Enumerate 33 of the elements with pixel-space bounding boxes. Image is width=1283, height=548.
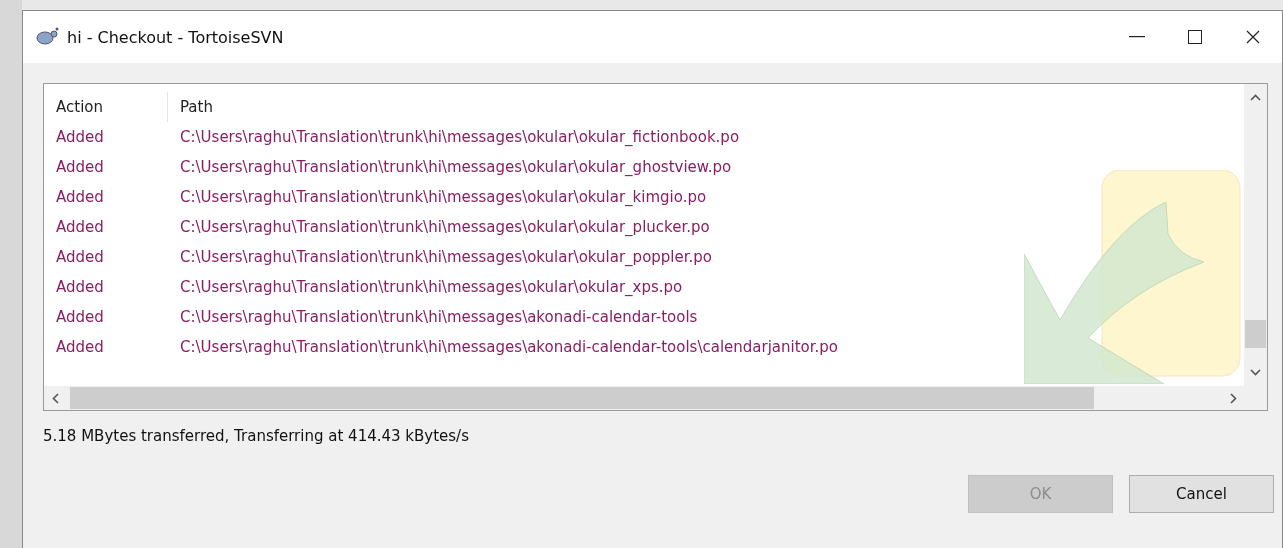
table-cell-text: C:\Users\raghu\Translation\trunk\hi\messages\okular\okular_fictionbook.po	[179, 127, 741, 148]
scroll-right-icon	[1230, 393, 1237, 404]
table-cell-text: C:\Users\raghu\Translation\trunk\hi\messages\okular\okular_ghostview.po	[179, 157, 733, 178]
table-cell-text: C:\Users\raghu\Translation\trunk\hi\messages\akonadi-calendar-tools	[179, 307, 699, 328]
dialog-button[interactable]: Cancel	[1129, 475, 1274, 513]
table-cell-text: Added	[55, 337, 105, 358]
table-cell-text: C:\Users\raghu\Translation\trunk\hi\messages\okular\okular_xps.po	[179, 277, 684, 298]
scroll-up-icon	[1250, 94, 1261, 101]
scrollbar-thumb[interactable]	[1245, 320, 1266, 348]
table-cell-text: Added	[55, 307, 105, 328]
scrollbar-thumb[interactable]	[70, 387, 1094, 409]
table-cell-text: C:\Users\raghu\Translation\trunk\hi\messages\akonadi-calendar-tools\calendarjanitor.po	[179, 337, 840, 358]
scroll-down-icon	[1250, 369, 1261, 376]
table-cell-text: C:\Users\raghu\Translation\trunk\hi\messages\okular\okular_poppler.po	[179, 247, 713, 268]
status-text: 5.18 MBytes transferred, Transferring at 414.43 kBytes/s	[43, 427, 470, 445]
column-header[interactable]: Action	[44, 92, 168, 122]
table-cell-text: Added	[55, 127, 105, 148]
table-cell-text: Added	[55, 217, 105, 238]
table-cell-text: Added	[55, 247, 105, 268]
table-cell-text: Added	[55, 187, 105, 208]
window-title: hi - Checkout - TortoiseSVN	[67, 27, 285, 47]
table-cell-text: C:\Users\raghu\Translation\trunk\hi\messages\okular\okular_kimgio.po	[179, 187, 708, 208]
maximize-icon	[1188, 30, 1202, 44]
scroll-left-icon	[52, 393, 59, 404]
minimize-icon	[1129, 36, 1145, 38]
table-cell-text: Added	[55, 157, 105, 178]
horizontal-scrollbar[interactable]	[44, 386, 1267, 410]
table-cell-text: Added	[55, 277, 105, 298]
table-cell-text: C:\Users\raghu\Translation\trunk\hi\messages\okular\okular_plucker.po	[179, 217, 711, 238]
vertical-scrollbar[interactable]	[1244, 84, 1267, 386]
close-icon	[1246, 30, 1260, 44]
turtle-icon	[35, 27, 59, 47]
column-header[interactable]: Path	[168, 92, 1243, 122]
